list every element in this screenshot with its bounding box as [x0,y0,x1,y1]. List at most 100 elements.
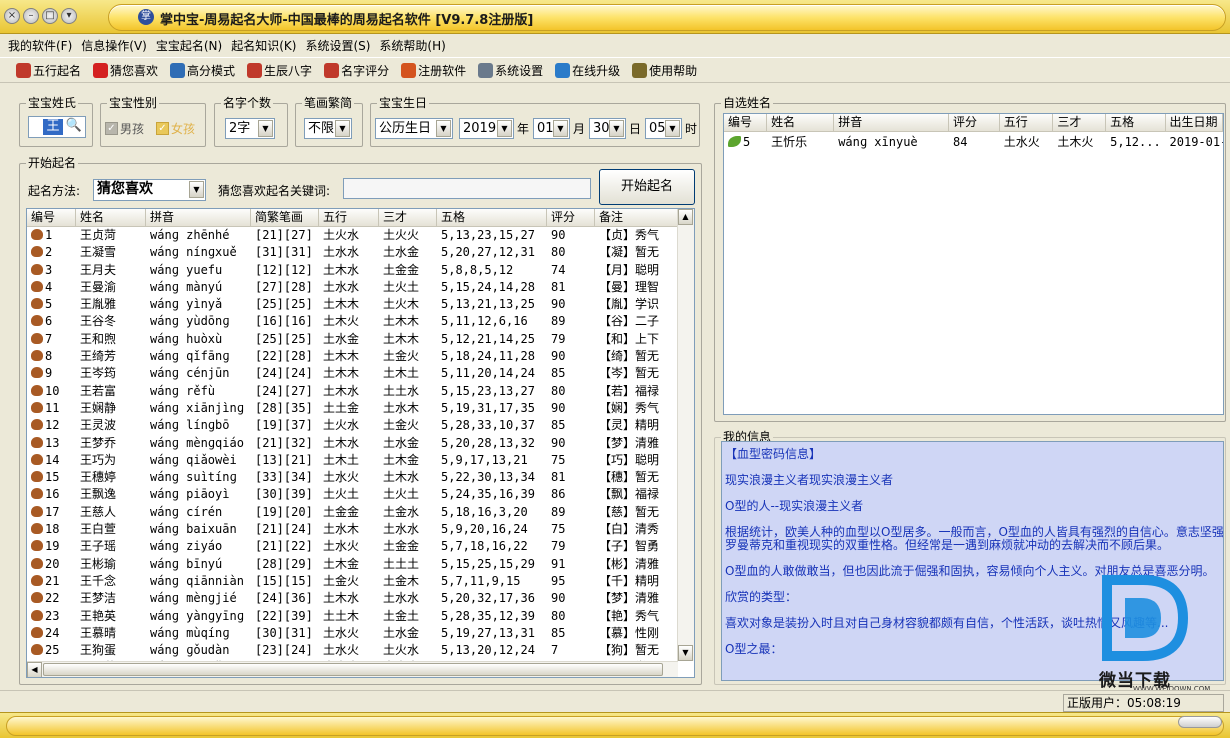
table-row[interactable]: 7 王和煦 wánɡ huòxù [25][25] 土水金 土木木 5,12,21,14,2… [27,331,694,348]
menu-my-software[interactable]: 我的软件(F) [8,37,72,54]
table-cell: 王和煦 [80,331,117,346]
column-header[interactable]: 五行 [1000,114,1054,131]
horizontal-scrollbar[interactable]: ◀ [27,661,678,677]
table-row[interactable]: 15 王穗婷 wánɡ suìtínɡ [33][34] 土水火 土木水 5,22,30,1… [27,469,694,486]
table-row[interactable]: 5 王忻乐 wánɡ xīnyuè 84 土水火 土木火 5,12... 2019-01- [724,132,1223,152]
method-label: 起名方法: [28,184,81,198]
column-header[interactable]: 拼音 [146,209,251,226]
hour-select[interactable]: 05 ▼ [645,118,682,139]
table-cell: 土水水 [323,245,360,260]
toolbar-button-2[interactable]: ■ 高分模式 [170,62,235,79]
table-row[interactable]: 5 王胤雅 wánɡ yìnyǎ [25][25] 土木木 土火木 5,13,21,13,2… [27,296,694,313]
table-row[interactable]: 14 王巧为 wánɡ qiǎowèi [13][21] 土木土 土木金 5,9,17,13… [27,452,694,469]
column-header[interactable]: 评分 [547,209,595,226]
column-header[interactable]: 评分 [949,114,1000,131]
female-checkbox[interactable]: ✓ 女孩 [156,120,195,137]
table-row[interactable]: 23 王艳英 wánɡ yànɡyīnɡ [22][39] 土土木 土金土 5,28,35,… [27,608,694,625]
name-count-select[interactable]: 2字 ▼ [225,118,275,139]
table-row[interactable]: 2 王凝雪 wánɡ nínɡxuě [31][31] 土水水 土水金 5,20,27,12… [27,244,694,261]
chevron-down-icon[interactable]: ▼ [335,120,350,137]
chevron-down-icon[interactable]: ▼ [436,120,451,137]
scroll-up-icon[interactable]: ▲ [678,209,693,225]
column-header[interactable]: 编号 [724,114,768,131]
minimize-icon[interactable]: – [23,8,39,24]
column-header[interactable]: 五格 [1106,114,1166,131]
scroll-left-icon[interactable]: ◀ [27,662,42,677]
calendar-type-select[interactable]: 公历生日 ▼ [375,118,453,139]
table-row[interactable]: 17 王慈人 wánɡ círén [19][20] 土金金 土金水 5,18,16,3,2… [27,504,694,521]
column-header[interactable]: 编号 [27,209,76,226]
column-header[interactable]: 拼音 [834,114,949,131]
table-row[interactable]: 6 王谷冬 wánɡ yùdōnɡ [16][16] 土木火 土木木 5,11,12,6,1… [27,313,694,330]
column-header[interactable]: 姓名 [76,209,146,226]
column-header[interactable]: 姓名 [767,114,835,131]
stroke-select[interactable]: 不限 ▼ [304,118,352,139]
menu-system-settings[interactable]: 系统设置(S) [305,37,370,54]
vertical-scrollbar[interactable]: ▲ ▼ [677,209,694,661]
search-icon[interactable]: 🔍 [66,118,82,133]
table-row[interactable]: 25 王狗蛋 wánɡ ɡǒudàn [23][24] 土水火 土火水 5,13,20,12… [27,642,694,659]
toolbar-button-0[interactable]: ■ 五行起名 [16,62,81,79]
column-header[interactable]: 五行 [319,209,379,226]
table-cell: 【飘】福禄 [599,487,660,502]
toolbar-button-8[interactable]: ■ 使用帮助 [632,62,697,79]
table-row[interactable]: 9 王岑筠 wánɡ cénjūn [24][24] 土木木 土木土 5,11,20,14,… [27,365,694,382]
table-cell: 土火水 [323,228,360,242]
table-row[interactable]: 21 王千念 wánɡ qiānniàn [15][15] 土金火 土金木 5,7,11,9… [27,573,694,590]
column-header[interactable]: 五格 [437,209,547,226]
toolbar-button-4[interactable]: ■ 名字评分 [324,62,389,79]
table-row[interactable]: 12 王灵波 wánɡ línɡbō [19][37] 土火水 土金火 5,28,33,10… [27,417,694,434]
menu-icon[interactable]: ▾ [61,8,77,24]
chevron-down-icon[interactable]: ▼ [497,120,512,137]
horizontal-scroll-thumb[interactable] [43,663,663,676]
chevron-down-icon[interactable]: ▼ [258,120,273,137]
toolbar-button-5[interactable]: ■ 注册软件 [401,62,466,79]
day-select[interactable]: 30 ▼ [589,118,626,139]
toolbar-button-7[interactable]: ■ 在线升级 [555,62,620,79]
chevron-down-icon[interactable]: ▼ [609,120,624,137]
month-select[interactable]: 01 ▼ [533,118,570,139]
chevron-down-icon[interactable]: ▼ [553,120,568,137]
table-row[interactable]: 16 王飘逸 wánɡ piāoyì [30][39] 土火土 土火土 5,24,35,16… [27,486,694,503]
table-row[interactable]: 19 王子瑶 wánɡ ziyáo [21][22] 土水火 土金金 5,7,18,16,2… [27,538,694,555]
chevron-down-icon[interactable]: ▼ [189,181,204,198]
menu-baby-naming[interactable]: 宝宝起名(N) [156,37,222,54]
table-row[interactable]: 13 王梦乔 wánɡ mènɡqiáo [21][32] 土木水 土水金 5,20,28,… [27,435,694,452]
toolbar-button-1[interactable]: ■ 猜您喜欢 [93,62,158,79]
table-cell: 王慈人 [80,504,117,519]
toolbar-button-3[interactable]: ■ 生辰八字 [247,62,312,79]
table-row[interactable]: 11 王娴静 wánɡ xiānjìnɡ [28][35] 土土金 土水木 5,19,31,… [27,400,694,417]
table-row[interactable]: 1 王贞菏 wánɡ zhēnhé [21][27] 土火水 土火火 5,13,23,15,… [27,227,694,244]
restore-icon[interactable]: □ [42,8,58,24]
table-row[interactable]: 8 王绮芳 wánɡ qǐfānɡ [22][28] 土木木 土金火 5,18,24,11,… [27,348,694,365]
table-row[interactable]: 4 王曼渝 wánɡ mànyú [27][28] 土水水 土火土 5,15,24,14,2… [27,279,694,296]
chevron-down-icon[interactable]: ▼ [665,120,680,137]
column-header[interactable]: 三才 [379,209,437,226]
column-header[interactable]: 简繁笔画 [251,209,319,226]
surname-input[interactable]: 王 🔍 [28,116,86,138]
column-header[interactable]: 三才 [1053,114,1107,131]
close-icon[interactable]: × [4,8,20,24]
table-row[interactable]: 10 王若富 wánɡ rěfù [24][27] 土木水 土土水 5,15,23,13,2… [27,383,694,400]
scroll-down-icon[interactable]: ▼ [678,645,693,661]
baby-face-icon [31,540,43,552]
menu-naming-knowledge[interactable]: 起名知识(K) [231,37,296,54]
table-row[interactable]: 3 王月夫 wánɡ yuefu [12][12] 土木水 土金金 5,8,8,5,12 74… [27,262,694,279]
table-cell: wánɡ ɡǒudàn [150,643,230,658]
keyword-input[interactable] [343,178,591,199]
column-header[interactable]: 出生日期 [1166,114,1223,131]
year-select[interactable]: 2019 ▼ [459,118,514,139]
male-checkbox[interactable]: ✓ 男孩 [105,120,144,137]
table-row[interactable]: 24 王慕晴 wánɡ mùqínɡ [30][31] 土水火 土水金 5,19,27,13… [27,625,694,642]
table-row[interactable]: 20 王彬瑜 wánɡ bīnyú [28][29] 土木金 土土土 5,15,25,15,… [27,556,694,573]
name-count-label: 名字个数 [221,96,274,110]
resize-handle[interactable] [1178,716,1222,728]
table-row[interactable]: 22 王梦洁 wánɡ mènɡjié [24][36] 土木水 土水水 5,20,32,1… [27,590,694,607]
column-header[interactable]: 备注 [595,209,679,226]
start-naming-button[interactable]: 开始起名 [599,169,695,205]
menu-system-help[interactable]: 系统帮助(H) [379,37,445,54]
menu-info-operation[interactable]: 信息操作(V) [81,37,147,54]
toolbar-button-6[interactable]: ■ 系统设置 [478,62,543,79]
table-row[interactable]: 18 王白萱 wánɡ baixuān [21][24] 土水木 土水水 5,9,20,16… [27,521,694,538]
method-select[interactable]: 猜您喜欢 ▼ [93,179,206,201]
